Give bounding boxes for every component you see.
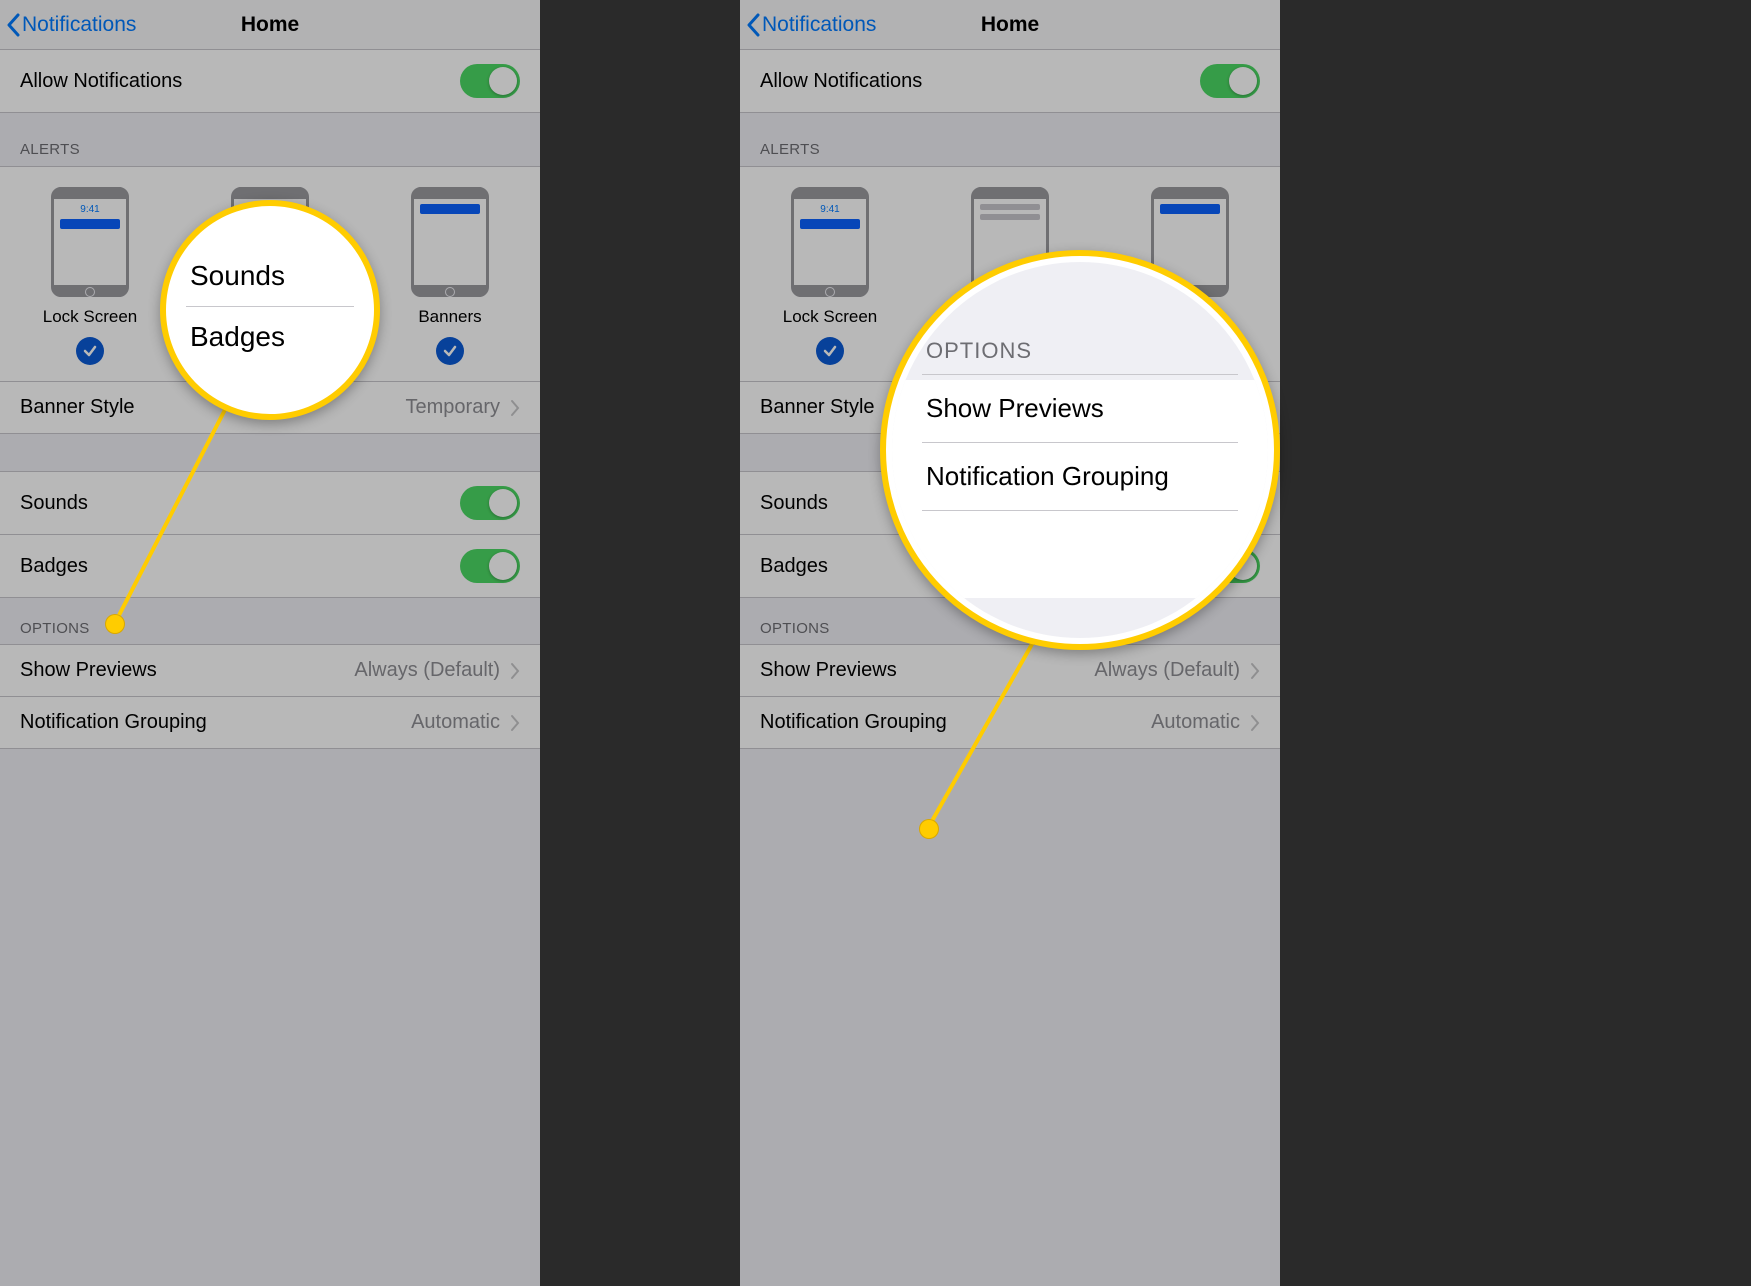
checkmark-icon [76,337,104,365]
lock-screen-label: Lock Screen [43,307,138,327]
alert-lock-screen[interactable]: 9:41 Lock Screen [741,187,919,365]
chevron-right-icon [1250,662,1260,680]
banner-style-value: Temporary [406,396,500,419]
bubble-show-previews: Show Previews [922,374,1238,442]
navbar: Notifications Home [740,0,1280,50]
badges-label: Badges [760,555,828,578]
show-previews-label: Show Previews [20,659,157,682]
highlight-bubble-sounds-badges: Sounds Badges [160,200,380,420]
checkmark-icon [816,337,844,365]
lock-screen-icon: 9:41 [51,187,129,297]
highlight-bubble-options: OPTIONS Show Previews Notification Group… [880,250,1280,650]
divider-column [1280,0,1751,1286]
settings-pane-right: Notifications Home Allow Notifications A… [740,0,1280,1286]
bubble-badges: Badges [186,307,354,367]
alerts-header: ALERTS [740,113,1280,166]
options-header: OPTIONS [0,598,540,645]
banners-label: Banners [418,307,481,327]
badges-label: Badges [20,555,88,578]
page-title: Home [981,13,1039,37]
bubble-sounds: Sounds [186,246,354,307]
banner-style-label: Banner Style [20,396,135,419]
chevron-right-icon [510,662,520,680]
alert-lock-screen[interactable]: 9:41 Lock Screen [1,187,179,365]
sounds-toggle[interactable] [460,486,520,520]
chevron-right-icon [1250,714,1260,732]
navbar: Notifications Home [0,0,540,50]
allow-notifications-row[interactable]: Allow Notifications [0,49,540,113]
bubble-options-header: OPTIONS [922,322,1238,374]
back-label: Notifications [22,13,136,37]
alerts-header: ALERTS [0,113,540,166]
chevron-left-icon [746,13,760,37]
back-button[interactable]: Notifications [0,13,136,37]
chevron-right-icon [510,399,520,417]
notification-grouping-value: Automatic [411,711,500,734]
annotation-dot [106,615,124,633]
annotation-dot [920,820,938,838]
banners-icon [411,187,489,297]
back-button[interactable]: Notifications [740,13,876,37]
show-previews-row[interactable]: Show Previews Always (Default) [0,644,540,697]
lock-screen-label: Lock Screen [783,307,878,327]
sounds-label: Sounds [20,492,88,515]
badges-row[interactable]: Badges [0,534,540,598]
mini-time: 9:41 [80,204,99,215]
badges-toggle[interactable] [460,549,520,583]
alert-banners[interactable]: Banners [361,187,539,365]
allow-notifications-label: Allow Notifications [20,70,182,93]
allow-notifications-label: Allow Notifications [760,70,922,93]
tutorial-screenshot: { "navbar": { "back": "Notifications", "… [0,0,1751,1286]
show-previews-value: Always (Default) [354,659,500,682]
notification-grouping-label: Notification Grouping [760,711,947,734]
mini-time: 9:41 [820,204,839,215]
notification-grouping-row[interactable]: Notification Grouping Automatic [740,696,1280,749]
notification-grouping-label: Notification Grouping [20,711,207,734]
banner-style-label: Banner Style [760,396,875,419]
checkmark-icon [436,337,464,365]
allow-notifications-toggle[interactable] [460,64,520,98]
allow-notifications-row[interactable]: Allow Notifications [740,49,1280,113]
page-title: Home [241,13,299,37]
allow-notifications-toggle[interactable] [1200,64,1260,98]
show-previews-value: Always (Default) [1094,659,1240,682]
chevron-right-icon [510,714,520,732]
settings-pane-left: Notifications Home Allow Notifications A… [0,0,540,1286]
back-label: Notifications [762,13,876,37]
divider-column [540,0,740,1286]
lock-screen-icon: 9:41 [791,187,869,297]
show-previews-row[interactable]: Show Previews Always (Default) [740,644,1280,697]
show-previews-label: Show Previews [760,659,897,682]
bubble-notification-grouping: Notification Grouping [922,442,1238,511]
sounds-row[interactable]: Sounds [0,471,540,535]
sounds-label: Sounds [760,492,828,515]
notification-grouping-value: Automatic [1151,711,1240,734]
notification-grouping-row[interactable]: Notification Grouping Automatic [0,696,540,749]
chevron-left-icon [6,13,20,37]
